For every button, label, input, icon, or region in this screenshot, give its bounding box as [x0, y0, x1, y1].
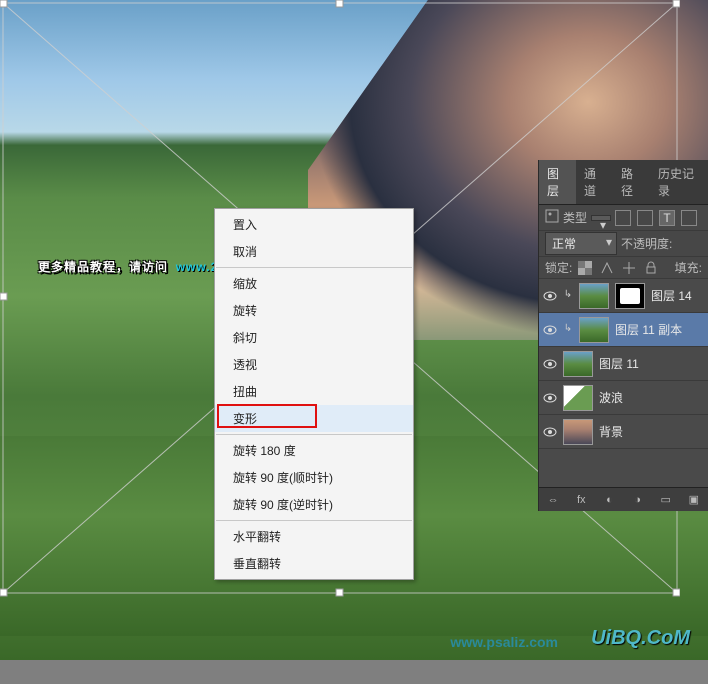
- menu-item[interactable]: 斜切: [215, 324, 413, 351]
- layer-name[interactable]: 图层 14: [651, 287, 692, 304]
- blend-mode-select[interactable]: 正常: [545, 232, 617, 255]
- menu-item[interactable]: 缩放: [215, 270, 413, 297]
- menu-item[interactable]: 置入: [215, 211, 413, 238]
- layers-panel: 图层 通道 路径 历史记录 类型 T 正常 不透明度: 锁定: 填充: ↳ 图层 …: [538, 160, 708, 511]
- layer-thumbnail[interactable]: [579, 317, 609, 343]
- watermark-label: 更多精品教程，请访问: [38, 260, 168, 274]
- filter-type-icon[interactable]: T: [659, 210, 675, 226]
- menu-item[interactable]: 旋转 180 度: [215, 437, 413, 464]
- canvas-pad-bottom: [0, 660, 708, 684]
- layer-thumbnail[interactable]: [579, 283, 609, 309]
- layer-thumbnail[interactable]: [563, 385, 593, 411]
- menu-item[interactable]: 水平翻转: [215, 523, 413, 550]
- menu-item[interactable]: 垂直翻转: [215, 550, 413, 577]
- opacity-label: 不透明度:: [621, 235, 672, 252]
- lock-label: 锁定:: [545, 259, 572, 276]
- kind-label: 类型: [563, 209, 587, 226]
- panel-tabs: 图层 通道 路径 历史记录: [539, 160, 708, 205]
- filter-shape-icon[interactable]: [681, 210, 697, 226]
- layer-thumbnail[interactable]: [563, 419, 593, 445]
- clip-indicator-icon: ↳: [563, 289, 573, 303]
- layer-name[interactable]: 图层 11 副本: [615, 321, 682, 338]
- layer-name[interactable]: 背景: [599, 423, 623, 440]
- kind-icon[interactable]: [545, 209, 559, 226]
- lock-all-icon[interactable]: [644, 261, 658, 275]
- menu-item[interactable]: 变形: [215, 405, 413, 432]
- context-menu: 置入取消缩放旋转斜切透视扭曲变形旋转 180 度旋转 90 度(顺时针)旋转 9…: [214, 208, 414, 580]
- layer-row[interactable]: ↳ 图层 14: [539, 279, 708, 313]
- panel-footer: ⇔ fx ◐ ◑ ▭ ▣: [539, 487, 708, 511]
- layer-row[interactable]: 背景: [539, 415, 708, 449]
- link-layers-icon[interactable]: ⇔: [545, 492, 561, 508]
- lock-position-icon[interactable]: [622, 261, 636, 275]
- menu-item[interactable]: 透视: [215, 351, 413, 378]
- lock-transparent-icon[interactable]: [578, 261, 592, 275]
- tab-channels[interactable]: 通道: [576, 160, 613, 204]
- kind-select[interactable]: [591, 215, 611, 221]
- watermark-brand: UiBQ.CoM: [591, 627, 690, 650]
- panel-blend-row: 正常 不透明度:: [539, 231, 708, 257]
- tab-paths[interactable]: 路径: [613, 160, 650, 204]
- fill-label: 填充:: [675, 259, 702, 276]
- tab-layers[interactable]: 图层: [539, 160, 576, 204]
- new-layer-icon[interactable]: ▣: [686, 492, 702, 508]
- tab-history[interactable]: 历史记录: [650, 160, 708, 204]
- layer-row[interactable]: 波浪: [539, 381, 708, 415]
- fx-icon[interactable]: fx: [573, 492, 589, 508]
- menu-item[interactable]: 旋转 90 度(逆时针): [215, 491, 413, 518]
- layers-list: ↳ 图层 14 ↳ 图层 11 副本图层 11 波浪背景: [539, 279, 708, 487]
- adjustment-icon[interactable]: ◑: [630, 492, 646, 508]
- visibility-eye-icon[interactable]: [543, 323, 557, 337]
- menu-separator: [216, 267, 412, 268]
- filter-adjust-icon[interactable]: [637, 210, 653, 226]
- menu-item[interactable]: 旋转 90 度(顺时针): [215, 464, 413, 491]
- layer-row[interactable]: ↳ 图层 11 副本: [539, 313, 708, 347]
- layer-name[interactable]: 波浪: [599, 389, 623, 406]
- visibility-eye-icon[interactable]: [543, 391, 557, 405]
- panel-lock-row: 锁定: 填充:: [539, 257, 708, 279]
- visibility-eye-icon[interactable]: [543, 425, 557, 439]
- layer-mask-thumbnail[interactable]: [615, 283, 645, 309]
- menu-item[interactable]: 取消: [215, 238, 413, 265]
- layer-row[interactable]: 图层 11: [539, 347, 708, 381]
- filter-pixel-icon[interactable]: [615, 210, 631, 226]
- visibility-eye-icon[interactable]: [543, 357, 557, 371]
- menu-item[interactable]: 旋转: [215, 297, 413, 324]
- watermark-small: www.psaliz.com: [450, 634, 558, 650]
- group-icon[interactable]: ▭: [658, 492, 674, 508]
- clip-indicator-icon: ↳: [563, 323, 573, 337]
- layer-name[interactable]: 图层 11: [599, 355, 639, 372]
- menu-separator: [216, 520, 412, 521]
- menu-item[interactable]: 扭曲: [215, 378, 413, 405]
- visibility-eye-icon[interactable]: [543, 289, 557, 303]
- lock-pixels-icon[interactable]: [600, 261, 614, 275]
- menu-separator: [216, 434, 412, 435]
- layer-thumbnail[interactable]: [563, 351, 593, 377]
- mask-icon[interactable]: ◐: [601, 492, 617, 508]
- panel-kind-row: 类型 T: [539, 205, 708, 231]
